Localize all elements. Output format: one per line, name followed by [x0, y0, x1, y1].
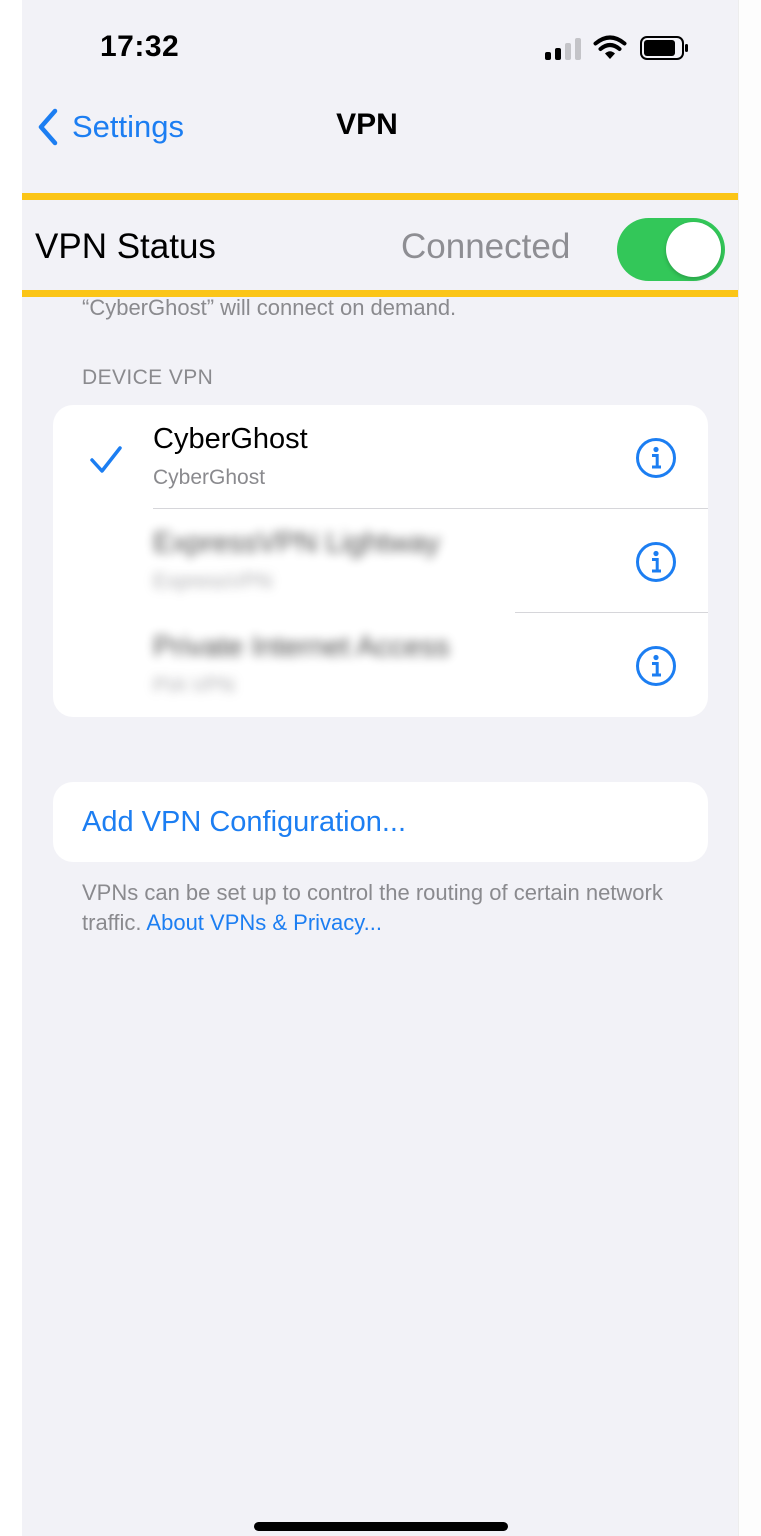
home-indicator	[254, 1522, 508, 1531]
vpn-name: Private Internet Access	[153, 631, 450, 663]
info-icon[interactable]	[635, 541, 677, 583]
cellular-signal-icon	[545, 38, 581, 60]
vpn-type: CyberGhost	[153, 466, 266, 489]
vpn-type: PIA VPN	[153, 674, 235, 697]
vpn-name: ExpressVPN Lightway	[153, 527, 440, 559]
toggle-knob	[666, 222, 721, 277]
info-icon[interactable]	[635, 645, 677, 687]
battery-icon	[640, 36, 688, 60]
add-vpn-configuration-button[interactable]: Add VPN Configuration...	[53, 782, 708, 862]
info-icon[interactable]	[635, 437, 677, 479]
vpn-status-value: Connected	[401, 227, 571, 266]
checkmark-icon	[90, 446, 122, 473]
vpn-name: CyberGhost	[153, 423, 308, 455]
vpn-status-label: VPN Status	[35, 227, 216, 266]
wifi-icon	[593, 35, 627, 59]
vpn-item-private-internet-access[interactable]: Private Internet Access PIA VPN	[53, 613, 708, 717]
about-vpns-privacy-link[interactable]: About VPNs & Privacy...	[146, 910, 382, 935]
vpn-status-toggle[interactable]	[617, 218, 725, 281]
vpn-type: ExpressVPN	[153, 570, 273, 593]
vpn-settings-screen: 17:32 Settings VPN VPN Status Connected …	[22, 0, 738, 1536]
device-vpn-header: DEVICE VPN	[82, 366, 214, 389]
page-title: VPN	[336, 108, 398, 141]
footer-note: VPNs can be set up to control the routin…	[82, 878, 682, 938]
screen-edge	[738, 0, 761, 1536]
vpn-item-cyberghost[interactable]: CyberGhost CyberGhost	[53, 405, 708, 509]
status-time: 17:32	[100, 30, 180, 63]
device-vpn-list: CyberGhost CyberGhost ExpressVPN Lightwa…	[53, 405, 708, 717]
vpn-item-expressvpn[interactable]: ExpressVPN Lightway ExpressVPN	[53, 509, 708, 613]
on-demand-note: “CyberGhost” will connect on demand.	[82, 295, 457, 320]
vpn-status-row: VPN Status Connected	[22, 193, 738, 297]
add-vpn-configuration-label: Add VPN Configuration...	[82, 806, 407, 838]
